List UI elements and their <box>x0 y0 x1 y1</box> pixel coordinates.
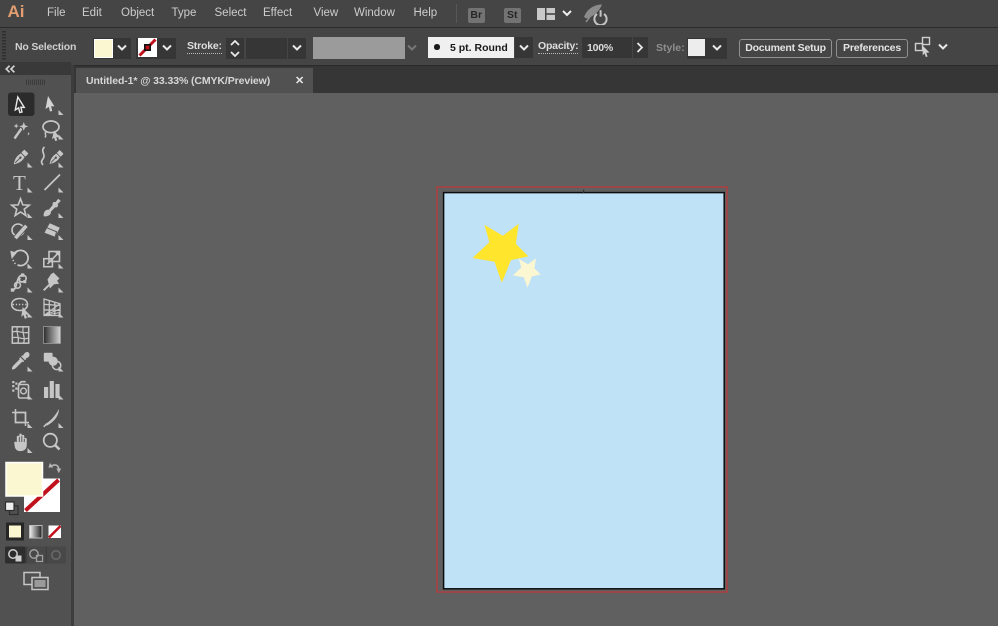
svg-text:T: T <box>13 171 26 195</box>
